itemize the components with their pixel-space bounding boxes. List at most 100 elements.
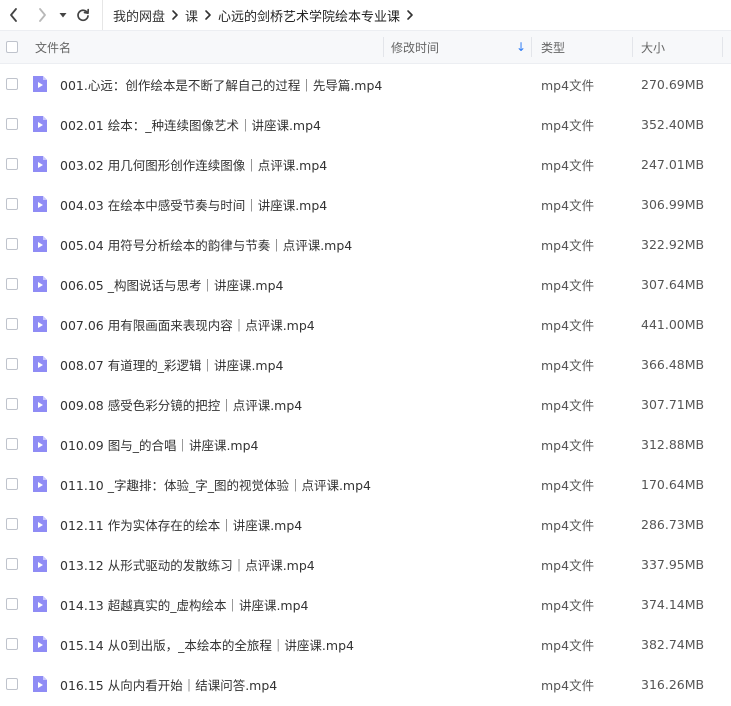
file-name[interactable]: 013.12 从形式驱动的发散练习｜点评课.mp4 xyxy=(60,544,315,584)
file-size: 307.64MB xyxy=(641,276,705,292)
file-type: mp4文件 xyxy=(541,277,595,293)
column-divider[interactable] xyxy=(722,37,723,57)
column-header-type[interactable]: 类型 xyxy=(541,31,565,63)
file-size: 307.71MB xyxy=(641,396,705,412)
back-button[interactable] xyxy=(2,0,26,30)
file-name[interactable]: 006.05 _构图说话与思考｜讲座课.mp4 xyxy=(60,264,284,304)
row-checkbox[interactable] xyxy=(6,198,18,210)
breadcrumb-item-course[interactable]: 课 xyxy=(185,6,198,25)
table-header: 文件名 修改时间 ↓ 类型 大小 xyxy=(0,30,731,64)
file-name[interactable]: 007.06 用有限画面来表现内容｜点评课.mp4 xyxy=(60,304,315,344)
file-type: mp4文件 xyxy=(541,357,595,373)
file-name[interactable]: 015.14 从0到出版，_本绘本的全旅程｜讲座课.mp4 xyxy=(60,624,354,664)
table-row[interactable]: 007.06 用有限画面来表现内容｜点评课.mp4 mp4文件 441.00MB xyxy=(0,304,731,344)
table-row[interactable]: 013.12 从形式驱动的发散练习｜点评课.mp4 mp4文件 337.95MB xyxy=(0,544,731,584)
file-type: mp4文件 xyxy=(541,557,595,573)
file-name[interactable]: 005.04 用符号分析绘本的韵律与节奏｜点评课.mp4 xyxy=(60,224,352,264)
file-name[interactable]: 016.15 从向内看开始｜结课问答.mp4 xyxy=(60,664,277,704)
file-size: 316.26MB xyxy=(641,676,705,692)
table-row[interactable]: 004.03 在绘本中感受节奏与时间｜讲座课.mp4 mp4文件 306.99MB xyxy=(0,184,731,224)
file-type: mp4文件 xyxy=(541,397,595,413)
top-bar: 我的网盘 课 心远的剑桥艺术学院绘本专业课 xyxy=(0,0,731,30)
table-row[interactable]: 005.04 用符号分析绘本的韵律与节奏｜点评课.mp4 mp4文件 322.92M… xyxy=(0,224,731,264)
file-size: 247.01MB xyxy=(641,156,705,172)
table-row[interactable]: 001.心远：创作绘本是不断了解自己的过程｜先导篇.mp4 mp4文件 270.69… xyxy=(0,64,731,104)
table-row[interactable]: 010.09 图与_的合唱｜讲座课.mp4 mp4文件 312.88MB xyxy=(0,424,731,464)
video-file-icon xyxy=(33,196,47,212)
row-checkbox[interactable] xyxy=(6,118,18,130)
video-file-icon xyxy=(33,116,47,132)
column-divider[interactable] xyxy=(531,37,532,57)
history-dropdown-button[interactable] xyxy=(54,0,72,30)
select-all-checkbox[interactable] xyxy=(6,31,18,63)
row-checkbox[interactable] xyxy=(6,238,18,250)
column-header-size[interactable]: 大小 xyxy=(641,31,665,63)
table-row[interactable]: 008.07 有道理的_彩逻辑｜讲座课.mp4 mp4文件 366.48MB xyxy=(0,344,731,384)
table-row[interactable]: 009.08 感受色彩分镜的把控｜点评课.mp4 mp4文件 307.71MB xyxy=(0,384,731,424)
video-file-icon xyxy=(33,636,47,652)
row-checkbox[interactable] xyxy=(6,678,18,690)
video-file-icon xyxy=(33,316,47,332)
row-checkbox[interactable] xyxy=(6,358,18,370)
row-checkbox[interactable] xyxy=(6,438,18,450)
column-header-name[interactable]: 文件名 xyxy=(35,31,71,63)
breadcrumb: 我的网盘 课 心远的剑桥艺术学院绘本专业课 xyxy=(102,0,420,30)
breadcrumb-item-current[interactable]: 心远的剑桥艺术学院绘本专业课 xyxy=(218,6,400,25)
file-type: mp4文件 xyxy=(541,237,595,253)
video-file-icon xyxy=(33,596,47,612)
file-name[interactable]: 009.08 感受色彩分镜的把控｜点评课.mp4 xyxy=(60,384,302,424)
file-type: mp4文件 xyxy=(541,677,595,693)
video-file-icon xyxy=(33,516,47,532)
video-file-icon xyxy=(33,356,47,372)
file-type: mp4文件 xyxy=(541,637,595,653)
row-checkbox[interactable] xyxy=(6,598,18,610)
table-row[interactable]: 014.13 超越真实的_虚构绘本｜讲座课.mp4 mp4文件 374.14MB xyxy=(0,584,731,624)
file-name[interactable]: 002.01 绘本：_种连续图像艺术｜讲座课.mp4 xyxy=(60,104,321,144)
file-size: 352.40MB xyxy=(641,116,705,132)
file-name[interactable]: 001.心远：创作绘本是不断了解自己的过程｜先导篇.mp4 xyxy=(60,64,382,104)
breadcrumb-item-root[interactable]: 我的网盘 xyxy=(113,6,165,25)
file-size: 382.74MB xyxy=(641,636,705,652)
file-size: 286.73MB xyxy=(641,516,705,532)
row-checkbox[interactable] xyxy=(6,318,18,330)
file-type: mp4文件 xyxy=(541,437,595,453)
column-header-modified[interactable]: 修改时间 xyxy=(391,31,439,63)
row-checkbox[interactable] xyxy=(6,558,18,570)
row-checkbox[interactable] xyxy=(6,78,18,90)
file-name[interactable]: 014.13 超越真实的_虚构绘本｜讲座课.mp4 xyxy=(60,584,309,624)
row-checkbox[interactable] xyxy=(6,638,18,650)
refresh-button[interactable] xyxy=(72,0,94,30)
file-name[interactable]: 011.10 _字趣排：体验_字_图的视觉体验｜点评课.mp4 xyxy=(60,464,371,504)
chevron-right-icon xyxy=(171,9,179,21)
table-row[interactable]: 012.11 作为实体存在的绘本｜讲座课.mp4 mp4文件 286.73MB xyxy=(0,504,731,544)
row-checkbox[interactable] xyxy=(6,478,18,490)
table-row[interactable]: 006.05 _构图说话与思考｜讲座课.mp4 mp4文件 307.64MB xyxy=(0,264,731,304)
file-type: mp4文件 xyxy=(541,197,595,213)
table-row[interactable]: 003.02 用几何图形创作连续图像｜点评课.mp4 mp4文件 247.01MB xyxy=(0,144,731,184)
row-checkbox[interactable] xyxy=(6,278,18,290)
table-row[interactable]: 011.10 _字趣排：体验_字_图的视觉体验｜点评课.mp4 mp4文件 170.… xyxy=(0,464,731,504)
file-name[interactable]: 003.02 用几何图形创作连续图像｜点评课.mp4 xyxy=(60,144,327,184)
row-checkbox[interactable] xyxy=(6,518,18,530)
file-type: mp4文件 xyxy=(541,597,595,613)
video-file-icon xyxy=(33,156,47,172)
forward-button[interactable] xyxy=(30,0,54,30)
sort-desc-icon[interactable]: ↓ xyxy=(516,31,526,63)
column-divider[interactable] xyxy=(632,37,633,57)
row-checkbox[interactable] xyxy=(6,158,18,170)
row-checkbox[interactable] xyxy=(6,398,18,410)
file-size: 366.48MB xyxy=(641,356,705,372)
column-divider[interactable] xyxy=(383,37,384,57)
video-file-icon xyxy=(33,436,47,452)
caret-down-icon xyxy=(59,13,67,18)
table-row[interactable]: 002.01 绘本：_种连续图像艺术｜讲座课.mp4 mp4文件 352.40MB xyxy=(0,104,731,144)
table-row[interactable]: 016.15 从向内看开始｜结课问答.mp4 mp4文件 316.26MB xyxy=(0,664,731,704)
video-file-icon xyxy=(33,276,47,292)
file-name[interactable]: 008.07 有道理的_彩逻辑｜讲座课.mp4 xyxy=(60,344,284,384)
file-name[interactable]: 010.09 图与_的合唱｜讲座课.mp4 xyxy=(60,424,259,464)
file-type: mp4文件 xyxy=(541,477,595,493)
table-row[interactable]: 015.14 从0到出版，_本绘本的全旅程｜讲座课.mp4 mp4文件 382.74… xyxy=(0,624,731,664)
file-name[interactable]: 012.11 作为实体存在的绘本｜讲座课.mp4 xyxy=(60,504,302,544)
file-name[interactable]: 004.03 在绘本中感受节奏与时间｜讲座课.mp4 xyxy=(60,184,327,224)
video-file-icon xyxy=(33,476,47,492)
